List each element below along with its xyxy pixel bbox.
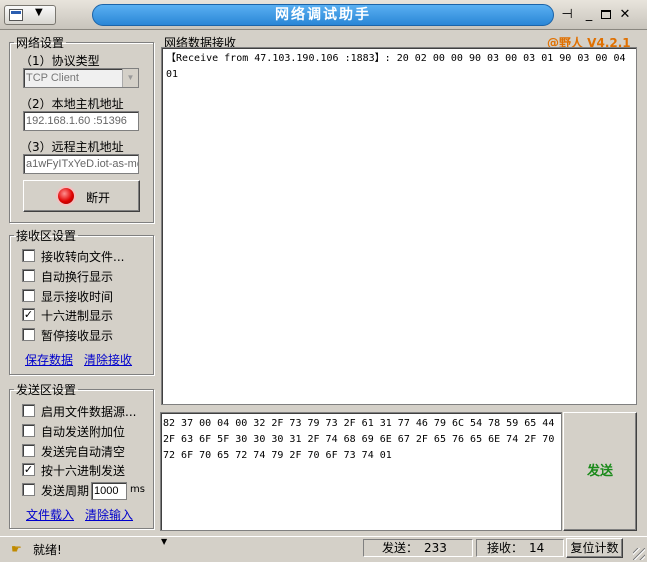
- checkbox[interactable]: [22, 424, 35, 437]
- checkbox-checked[interactable]: ✓: [22, 308, 35, 321]
- send-button[interactable]: 发送: [563, 412, 637, 531]
- recv-count: 14: [529, 541, 545, 555]
- period-input[interactable]: 1000: [91, 482, 127, 500]
- receive-textarea[interactable]: 【Receive from 47.103.190.106 :1883】: 20 …: [161, 47, 637, 405]
- remote-host-input[interactable]: a1wFyITxYeD.iot-as-mq: [23, 154, 139, 174]
- pin-icon[interactable]: ⊣: [558, 6, 576, 24]
- title-bar: ▼ 网络调试助手 ⊣ _ ✕: [0, 0, 647, 30]
- chevron-down-icon[interactable]: ▼: [122, 69, 138, 87]
- send-settings-legend: 发送区设置: [16, 383, 77, 397]
- sent-count: 233: [424, 541, 447, 555]
- sent-counter: 发送： 233: [363, 539, 473, 557]
- net-settings-legend: 网络设置: [16, 36, 65, 50]
- resize-grip-icon[interactable]: [633, 548, 645, 560]
- window-title: 网络调试助手: [92, 4, 554, 26]
- recv-settings-legend: 接收区设置: [16, 229, 77, 243]
- protocol-label: （1）协议类型: [20, 54, 100, 68]
- reset-count-button[interactable]: 复位计数: [566, 538, 623, 558]
- minimize-icon[interactable]: _: [580, 6, 598, 24]
- checkbox[interactable]: [22, 289, 35, 302]
- recv-counter: 接收： 14: [476, 539, 564, 557]
- checkbox[interactable]: [22, 444, 35, 457]
- send-textarea[interactable]: 82 37 00 04 00 32 2F 73 79 73 2F 61 31 7…: [160, 412, 562, 531]
- local-host-label: （2）本地主机地址: [20, 97, 124, 111]
- maximize-icon[interactable]: [597, 6, 615, 24]
- close-icon[interactable]: ✕: [616, 6, 634, 24]
- checkbox[interactable]: [22, 483, 35, 496]
- checkbox[interactable]: [22, 249, 35, 262]
- local-host-input[interactable]: 192.168.1.60 :51396: [23, 111, 139, 131]
- disconnect-label: 断开: [86, 191, 111, 205]
- led-indicator-icon: [58, 188, 74, 204]
- period-unit: ms: [130, 484, 145, 495]
- protocol-select[interactable]: TCP Client ▼: [23, 68, 139, 88]
- file-load-link[interactable]: 文件载入: [26, 506, 74, 523]
- checkbox[interactable]: [22, 404, 35, 417]
- checkbox[interactable]: [22, 269, 35, 282]
- send-text: 82 37 00 04 00 32 2F 73 79 73 2F 61 31 7…: [163, 418, 555, 461]
- clear-receive-link[interactable]: 清除接收: [84, 351, 132, 368]
- protocol-value: TCP Client: [26, 72, 79, 84]
- status-icon: ☛: [11, 542, 22, 556]
- checkbox-checked[interactable]: ✓: [22, 463, 35, 476]
- receive-text: 【Receive from 47.103.190.106 :1883】: 20 …: [166, 53, 626, 80]
- dropdown-arrow-icon: ▼: [35, 7, 43, 18]
- remote-host-label: （3）远程主机地址: [20, 140, 124, 154]
- disconnect-button[interactable]: 断开: [23, 180, 140, 212]
- clear-input-link[interactable]: 清除输入: [85, 506, 133, 523]
- checkbox[interactable]: [22, 328, 35, 341]
- status-text: 就绪!: [33, 543, 62, 557]
- dropdown-arrow-icon: ▼: [161, 537, 168, 546]
- save-data-link[interactable]: 保存数据: [25, 351, 73, 368]
- app-icon: [9, 9, 23, 21]
- system-menu-button[interactable]: ▼: [4, 5, 56, 25]
- status-bar: ☛ 就绪! ▼ 发送： 233 接收： 14 复位计数: [0, 536, 647, 562]
